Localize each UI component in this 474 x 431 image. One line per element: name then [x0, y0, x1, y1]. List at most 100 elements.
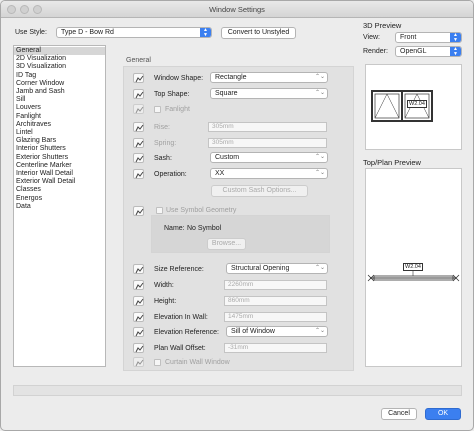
height-param-icon[interactable] [133, 296, 144, 306]
category-item[interactable]: Architraves [14, 121, 105, 129]
elevation-reference-label: Elevation Reference: [154, 329, 219, 336]
general-section-title: General [126, 57, 151, 64]
height-field[interactable]: 860mm [224, 296, 327, 306]
elevation-in-wall-label: Elevation In Wall: [154, 314, 208, 321]
custom-sash-options-button[interactable]: Custom Sash Options... [211, 185, 308, 197]
plan-wall-offset-field[interactable]: -31mm [224, 343, 327, 353]
fanlight-label: Fanlight [165, 106, 190, 113]
category-item[interactable]: Data [14, 203, 105, 211]
width-field[interactable]: 2260mm [224, 280, 327, 290]
preview-3d-title: 3D Preview [363, 21, 402, 30]
popup-arrows-icon: ▲ ▼ [450, 47, 461, 56]
render-label: Render: [363, 48, 388, 55]
height-label: Height: [154, 298, 177, 305]
category-item[interactable]: Sill [14, 96, 105, 104]
category-item[interactable]: Centerline Marker [14, 162, 105, 170]
size-reference-popup[interactable]: Structural Opening ⌃⌄ [226, 263, 328, 274]
top-shape-label: Top Shape: [154, 91, 190, 98]
ok-button[interactable]: OK [425, 408, 461, 420]
window-shape-label: Window Shape: [154, 75, 204, 82]
convert-to-unstyled-button[interactable]: Convert to Unstyled [221, 27, 296, 39]
category-item[interactable]: Classes [14, 186, 105, 194]
category-item[interactable]: Glazing Bars [14, 137, 105, 145]
spring-field[interactable]: 305mm [208, 138, 327, 148]
render-popup[interactable]: OpenGL ▲ ▼ [395, 46, 462, 57]
category-item[interactable]: Interior Wall Detail [14, 170, 105, 178]
view-label: View: [363, 34, 380, 41]
cancel-button[interactable]: Cancel [381, 408, 417, 420]
chevron-updown-icon: ⌃⌄ [314, 74, 325, 80]
use-style-value: Type D - Bow Rd [61, 29, 114, 36]
size-reference-param-icon[interactable] [133, 264, 144, 274]
chevron-updown-icon: ⌃⌄ [314, 154, 325, 160]
plan-preview-title: Top/Plan Preview [363, 158, 421, 167]
plan-wall-offset-label: Plan Wall Offset: [154, 345, 206, 352]
window-title: Window Settings [209, 5, 265, 14]
chevron-updown-icon: ⌃⌄ [314, 328, 325, 334]
category-list[interactable]: General 2D Visualization 3D Visualization I… [13, 45, 106, 367]
category-item[interactable]: Jamb and Sash [14, 88, 105, 96]
category-item[interactable]: Fanlight [14, 113, 105, 121]
title-bar: Window Settings [1, 1, 473, 18]
width-param-icon[interactable] [133, 280, 144, 290]
operation-label: Operation: [154, 171, 187, 178]
operation-popup[interactable]: XX ⌃⌄ [210, 168, 328, 179]
category-item[interactable]: 2D Visualization [14, 55, 105, 63]
browse-button[interactable]: Browse... [207, 238, 246, 250]
elevation-reference-popup[interactable]: Sill of Window ⌃⌄ [226, 326, 328, 337]
spring-label: Spring: [154, 140, 177, 147]
rise-param-icon[interactable] [133, 122, 144, 132]
fanlight-param-icon [133, 104, 144, 114]
window-settings-dialog: Window Settings Use Style: Type D - Bow … [0, 0, 474, 431]
category-item[interactable]: Exterior Wall Detail [14, 178, 105, 186]
use-style-label: Use Style: [15, 29, 47, 36]
category-item[interactable]: Corner Window [14, 80, 105, 88]
preview-3d-tag: W2.04 [407, 100, 427, 108]
category-item[interactable]: ID Tag [14, 72, 105, 80]
status-bar [13, 385, 462, 396]
preview-3d-canvas[interactable]: W2.04 [365, 64, 462, 150]
view-popup[interactable]: Front ▲ ▼ [395, 32, 462, 43]
curtain-wall-label: Curtain Wall Window [165, 359, 230, 366]
window-shape-param-icon[interactable] [133, 73, 144, 83]
rise-label: Rise: [154, 124, 170, 131]
window-shape-popup[interactable]: Rectangle ⌃⌄ [210, 72, 328, 83]
category-item[interactable]: Interior Shutters [14, 145, 105, 153]
curtain-wall-param-icon [133, 357, 144, 367]
category-item[interactable]: 3D Visualization [14, 63, 105, 71]
size-reference-label: Size Reference: [154, 266, 204, 273]
chevron-updown-icon: ⌃⌄ [314, 265, 325, 271]
plan-preview-canvas[interactable]: W2.04 [365, 168, 462, 367]
plan-preview-tag: W2.04 [403, 263, 423, 271]
category-item[interactable]: Exterior Shutters [14, 154, 105, 162]
elevation-in-wall-field[interactable]: 1475mm [224, 312, 327, 322]
symbol-name-value: No Symbol [187, 225, 222, 232]
category-item[interactable]: General [14, 47, 105, 56]
chevron-updown-icon: ⌃⌄ [314, 170, 325, 176]
elevation-reference-param-icon[interactable] [133, 327, 144, 337]
fanlight-checkbox[interactable] [154, 106, 161, 113]
chevron-updown-icon: ⌃⌄ [314, 90, 325, 96]
popup-arrows-icon: ▲ ▼ [450, 33, 461, 42]
curtain-wall-checkbox[interactable] [154, 359, 161, 366]
width-label: Width: [154, 282, 174, 289]
popup-arrows-icon: ▲ ▼ [200, 28, 211, 37]
category-item[interactable]: Lintel [14, 129, 105, 137]
top-shape-param-icon[interactable] [133, 89, 144, 99]
use-style-popup[interactable]: Type D - Bow Rd ▲ ▼ [56, 27, 212, 38]
plan-wall-offset-param-icon[interactable] [133, 343, 144, 353]
category-item[interactable]: Louvers [14, 104, 105, 112]
category-item[interactable]: Energos [14, 195, 105, 203]
use-symbol-param-icon[interactable] [133, 206, 144, 216]
elevation-in-wall-param-icon[interactable] [133, 312, 144, 322]
sash-label: Sash: [154, 155, 172, 162]
use-symbol-geometry-checkbox[interactable] [156, 207, 163, 214]
use-symbol-geometry-label: Use Symbol Geometry [166, 207, 237, 214]
symbol-name-label: Name: [164, 225, 185, 232]
sash-popup[interactable]: Custom ⌃⌄ [210, 152, 328, 163]
top-shape-popup[interactable]: Square ⌃⌄ [210, 88, 328, 99]
sash-param-icon[interactable] [133, 153, 144, 163]
operation-param-icon[interactable] [133, 169, 144, 179]
rise-field[interactable]: 305mm [208, 122, 327, 132]
spring-param-icon[interactable] [133, 138, 144, 148]
